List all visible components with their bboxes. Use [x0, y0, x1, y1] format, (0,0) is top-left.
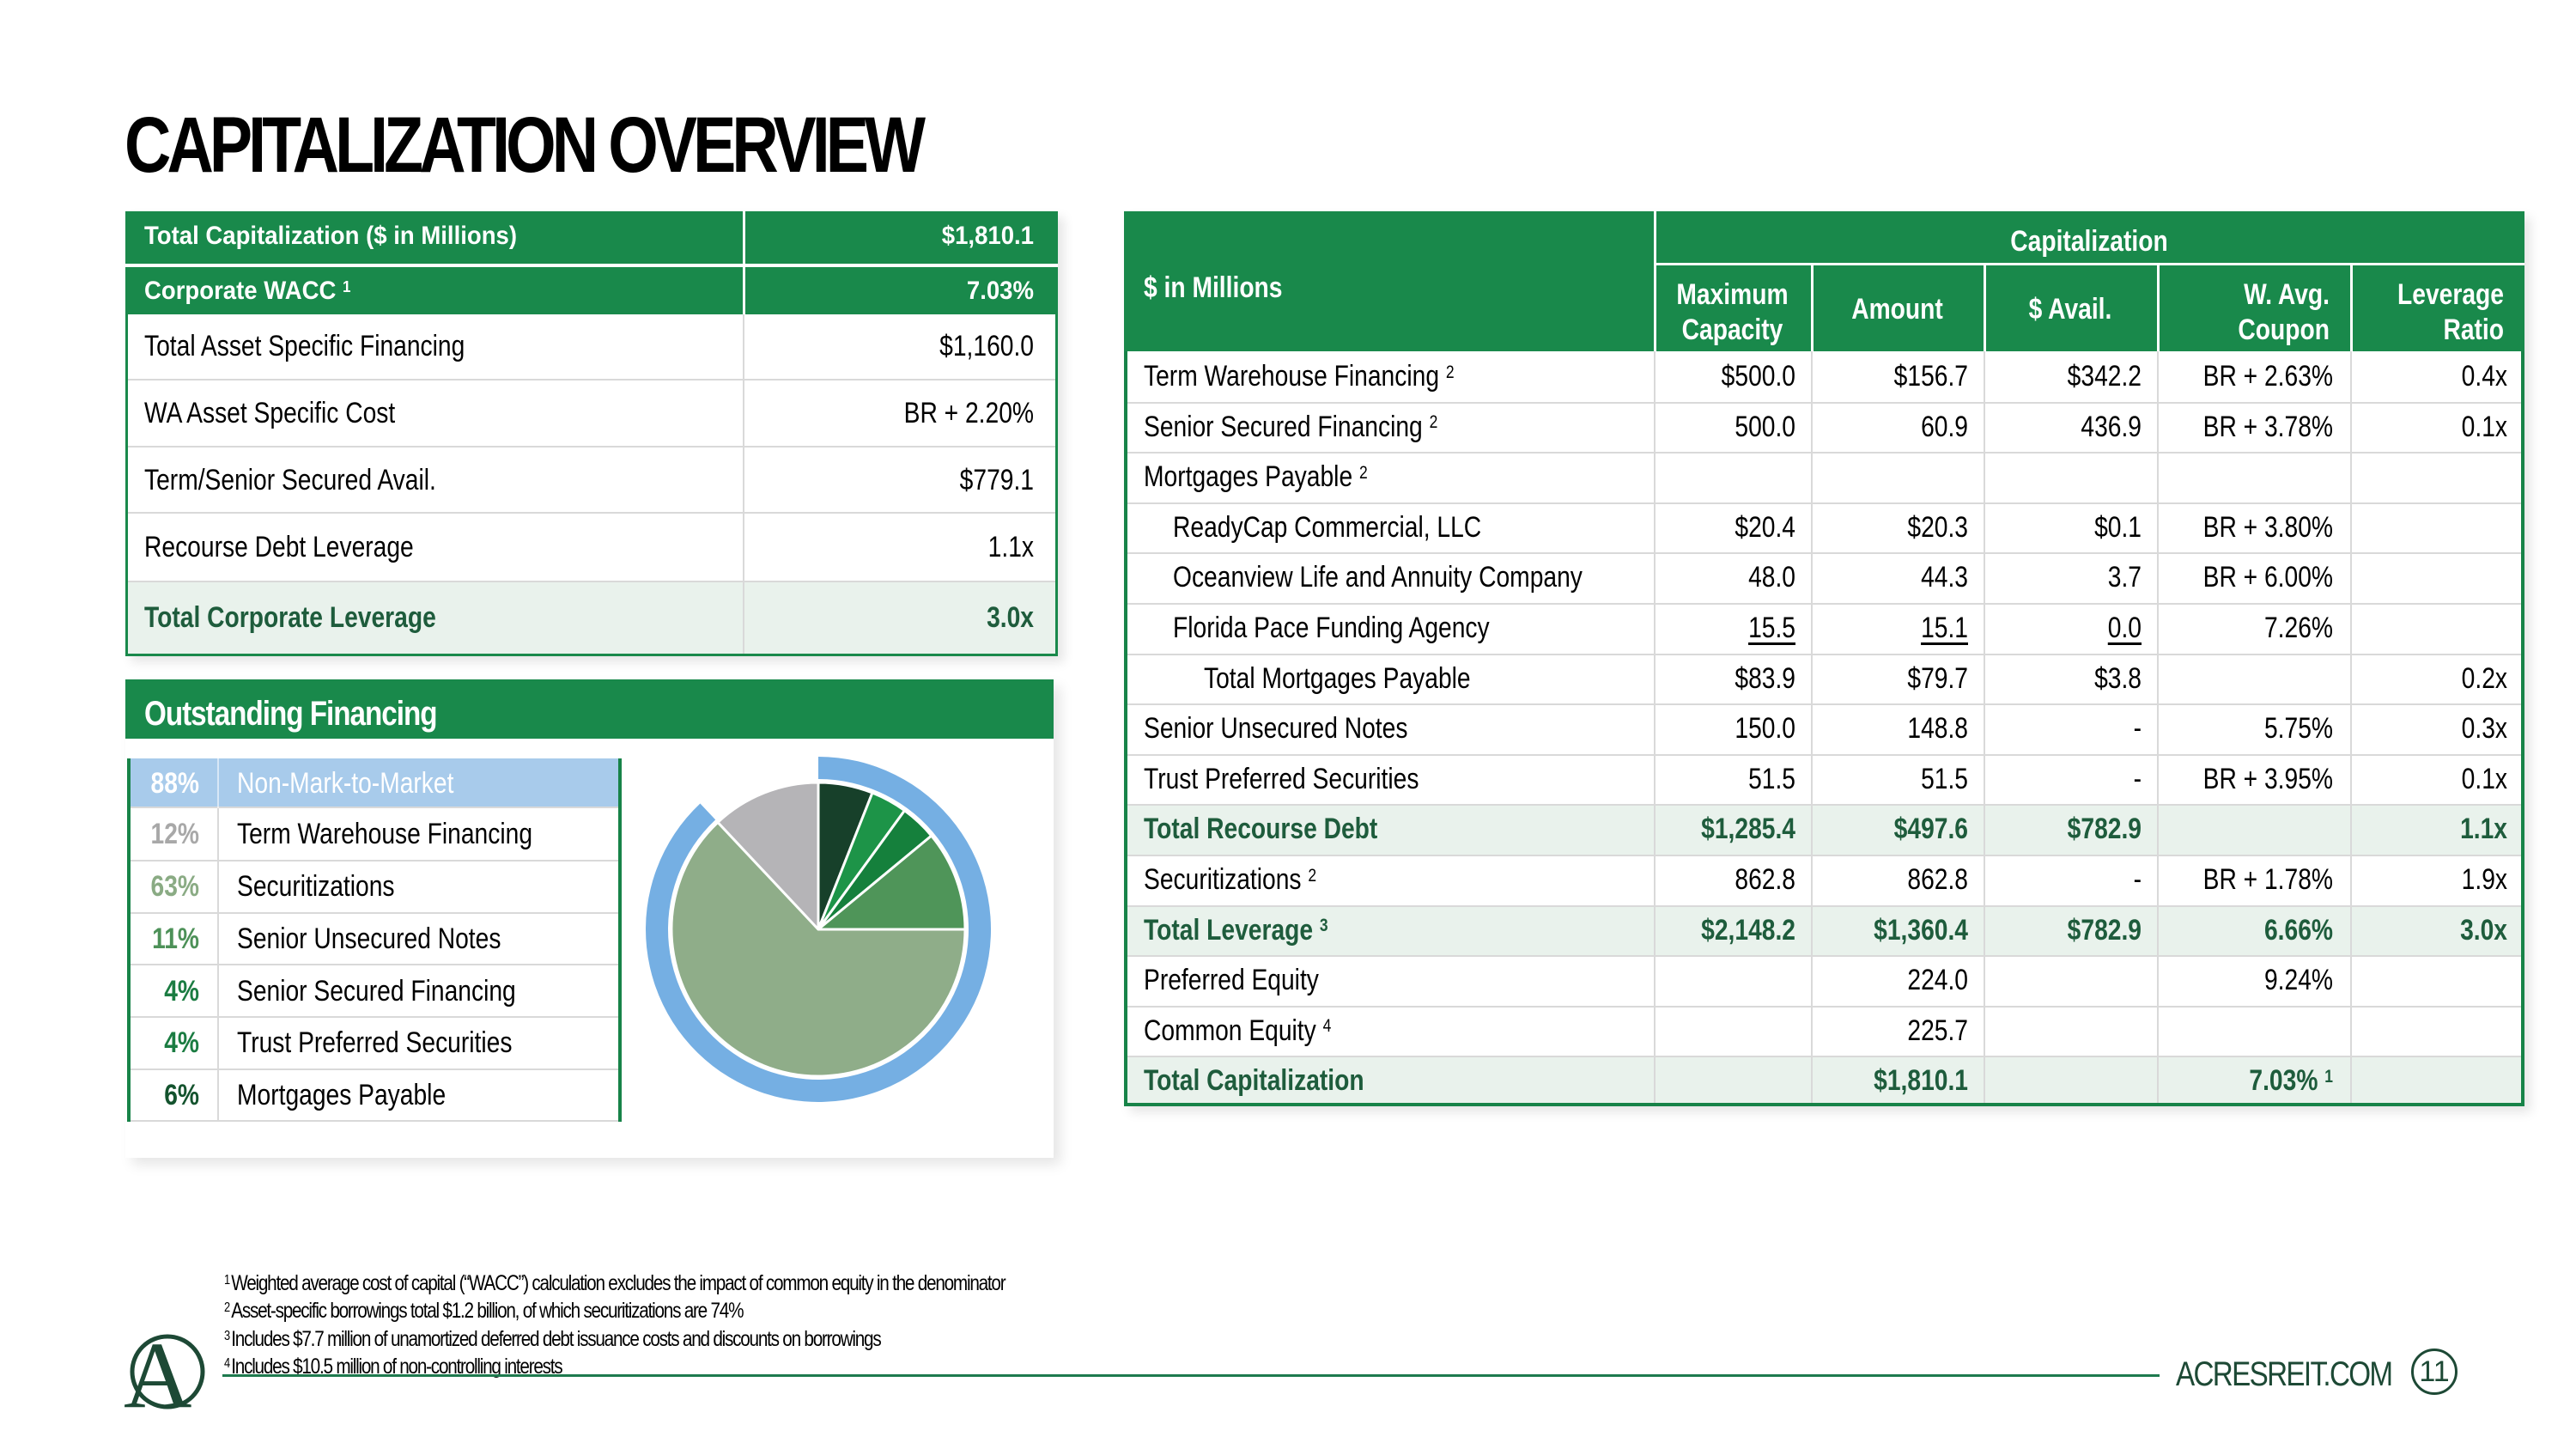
svg-text:A: A [124, 1327, 191, 1428]
